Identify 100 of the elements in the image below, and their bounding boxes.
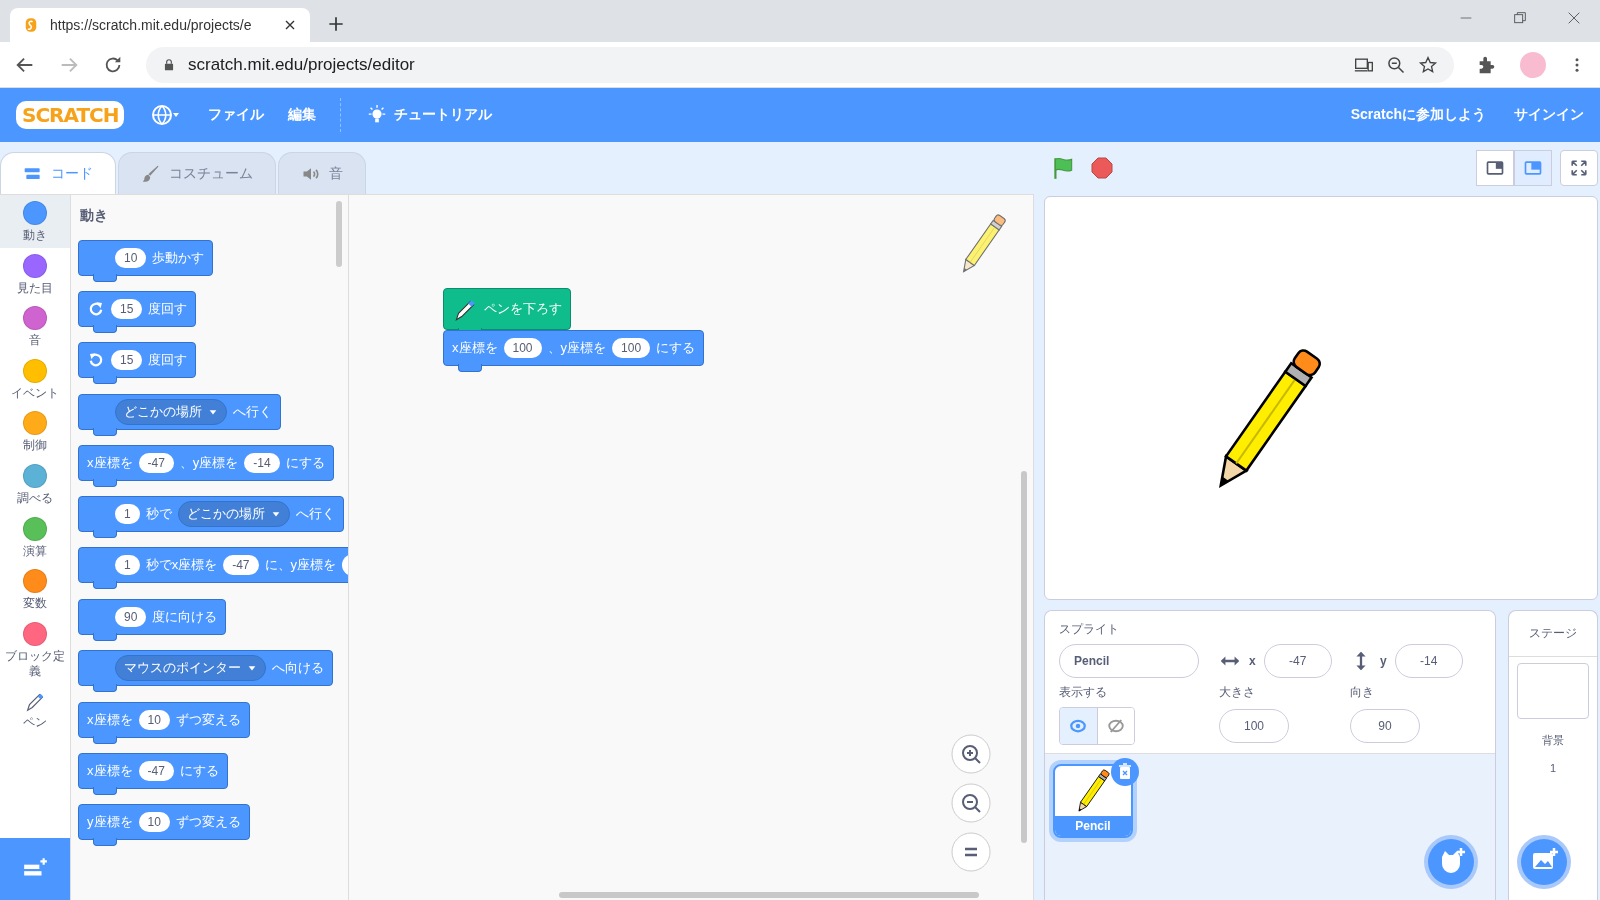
- rotate-left-icon: [87, 351, 105, 369]
- script-area[interactable]: ペンを下ろす x座標を 100 、y座標を 100 にする: [349, 195, 1033, 900]
- category-heading: 動き: [80, 207, 109, 225]
- block-label: 、y座標を: [547, 339, 607, 357]
- direction-field[interactable]: 90: [1350, 709, 1420, 743]
- category-item[interactable]: ブロック定義: [0, 615, 70, 684]
- stage-label: ステージ: [1509, 611, 1597, 657]
- category-item[interactable]: ペン: [0, 683, 70, 735]
- browser-tab[interactable]: https://scratch.mit.edu/projects/e: [10, 8, 310, 42]
- block-label: ペンを下ろす: [484, 300, 562, 318]
- fullscreen-button[interactable]: [1560, 150, 1598, 186]
- add-sprite-icon[interactable]: [1423, 834, 1479, 890]
- number-input[interactable]: 1: [115, 504, 140, 524]
- delete-icon[interactable]: [1111, 758, 1139, 786]
- number-input[interactable]: 10: [115, 248, 147, 268]
- zoom-in-icon[interactable]: [951, 734, 991, 774]
- block-label: 、y座標を: [179, 454, 239, 472]
- category-item[interactable]: 調べる: [0, 457, 70, 511]
- category-item[interactable]: 演算: [0, 510, 70, 564]
- hide-button[interactable]: [1096, 708, 1134, 744]
- number-input[interactable]: -14: [244, 453, 280, 473]
- eye-icon: [1069, 717, 1088, 735]
- block-dropdown[interactable]: どこかの場所: [115, 399, 227, 425]
- category-item[interactable]: 音: [0, 300, 70, 353]
- category-item[interactable]: 見た目: [0, 247, 70, 301]
- block-label: にする: [285, 454, 325, 472]
- block-label: 度に向ける: [152, 608, 218, 626]
- size-field[interactable]: 100: [1219, 709, 1289, 743]
- lock-icon: [162, 57, 176, 72]
- new-tab-icon[interactable]: [326, 14, 346, 34]
- scrollbar[interactable]: [336, 201, 342, 267]
- stop-icon[interactable]: [1090, 156, 1114, 180]
- block-label: 秒で: [145, 505, 172, 523]
- block-label: に、y座標を: [264, 556, 337, 574]
- direction-label: 向き: [1350, 684, 1375, 701]
- number-input[interactable]: -47: [138, 761, 174, 781]
- block-dropdown[interactable]: どこかの場所: [177, 501, 290, 527]
- block-label: へ向ける: [272, 659, 324, 677]
- block-label: 度回す: [148, 300, 188, 318]
- caret-icon: [270, 509, 281, 519]
- tab-title: https://scratch.mit.edu/projects/e: [50, 17, 253, 33]
- block-label: にする: [179, 762, 219, 780]
- block-label: ずつ変える: [175, 711, 241, 729]
- star-icon[interactable]: [1418, 54, 1438, 75]
- number-input[interactable]: -47: [223, 555, 259, 575]
- block-label: y座標を: [87, 813, 133, 831]
- x-label: x: [1249, 654, 1256, 668]
- block-label: へ行く: [233, 403, 272, 421]
- brush-icon: [141, 163, 161, 184]
- restore-icon[interactable]: [1512, 10, 1528, 26]
- block-label: x座標を: [87, 454, 133, 472]
- address-bar[interactable]: scratch.mit.edu/projects/editor: [146, 46, 1454, 83]
- block-label: x座標を: [87, 711, 133, 729]
- backdrop-label: 背景: [1542, 733, 1564, 748]
- number-input[interactable]: 15: [111, 299, 143, 319]
- block-dropdown[interactable]: マウスのポインター: [115, 655, 266, 681]
- backdrop-count: 1: [1549, 762, 1557, 774]
- category-item[interactable]: 変数: [0, 563, 70, 616]
- size-label: 大きさ: [1219, 684, 1256, 701]
- category-item[interactable]: 制御: [0, 405, 70, 458]
- block-label: 度回す: [148, 351, 188, 369]
- caret-icon: [208, 407, 218, 417]
- zoom-out-icon[interactable]: [1386, 54, 1406, 75]
- scrollbar[interactable]: [1021, 471, 1027, 843]
- backdrop-thumbnail[interactable]: [1517, 663, 1589, 719]
- x-field[interactable]: -47: [1263, 644, 1332, 678]
- number-input[interactable]: 10: [138, 812, 170, 832]
- show-label: 表示する: [1059, 684, 1108, 701]
- category-item[interactable]: イベント: [0, 352, 70, 406]
- block-label: にする: [656, 339, 696, 357]
- rotate-right-icon: [87, 300, 105, 318]
- number-input[interactable]: 15: [111, 350, 143, 370]
- number-input[interactable]: 100: [503, 338, 542, 358]
- number-input[interactable]: -47: [138, 453, 174, 473]
- eye-slash-icon: [1106, 717, 1125, 735]
- y-field[interactable]: -14: [1394, 644, 1463, 678]
- add-backdrop-icon[interactable]: [1516, 834, 1572, 890]
- zoom-out-icon[interactable]: [951, 783, 991, 823]
- stage-size-button[interactable]: [1476, 150, 1514, 186]
- number-input[interactable]: 1: [115, 555, 140, 575]
- number-input[interactable]: 100: [612, 338, 651, 358]
- number-input[interactable]: 90: [115, 607, 147, 627]
- sprite-label: スプライト: [1059, 621, 1120, 638]
- number-input[interactable]: 10: [138, 710, 170, 730]
- caret-icon: [247, 663, 257, 673]
- add-extension-button[interactable]: [0, 838, 70, 900]
- show-button[interactable]: [1060, 708, 1097, 744]
- block-label: へ行く: [295, 505, 335, 523]
- block-label: x座標を: [452, 339, 498, 357]
- block-label: 秒でx座標を: [145, 556, 218, 574]
- scrollbar[interactable]: [559, 892, 979, 898]
- stage-layout-icon: [1485, 158, 1505, 178]
- block-label: 歩動かす: [152, 249, 205, 267]
- category-item[interactable]: 動き: [0, 195, 70, 248]
- sprite-name-field[interactable]: Pencil: [1059, 644, 1199, 678]
- stage-layout-icon: [1523, 158, 1543, 178]
- reset-zoom-icon[interactable]: [951, 832, 991, 872]
- block-label: ずつ変える: [175, 813, 241, 831]
- block-label: x座標を: [87, 762, 133, 780]
- y-label: y: [1380, 654, 1387, 668]
